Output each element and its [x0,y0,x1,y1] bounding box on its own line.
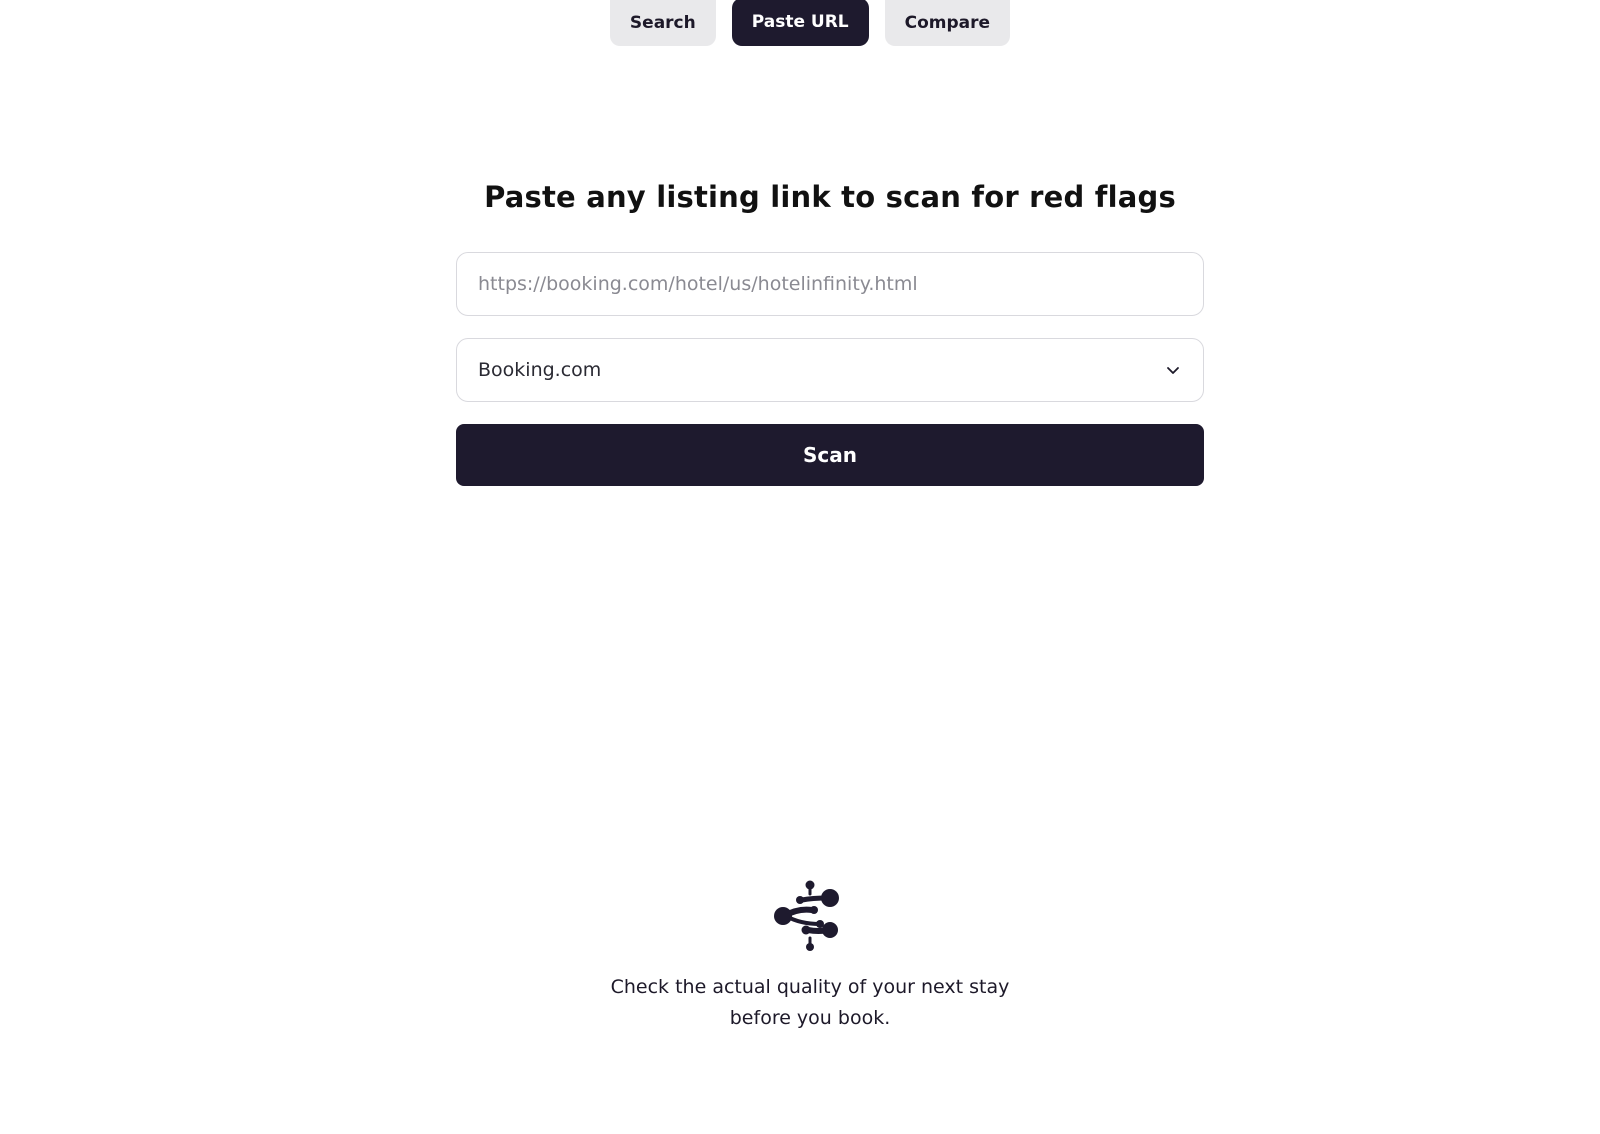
scan-button[interactable]: Scan [456,424,1204,486]
chevron-down-icon [1164,361,1182,379]
tab-search[interactable]: Search [609,0,716,46]
footer: Check the actual quality of your next st… [0,880,1600,1053]
page-title: Paste any listing link to scan for red f… [484,180,1176,214]
tagline: Check the actual quality of your next st… [600,972,1020,1034]
mode-tabs: Search Paste URL Compare [0,0,1600,46]
tagline-line-2: before you book. [729,1007,891,1029]
molecule-logo-icon [774,880,839,951]
page: Search Paste URL Compare Paste any listi… [0,0,1600,1134]
tab-paste-url[interactable]: Paste URL [731,0,869,46]
platform-select[interactable]: Booking.com [456,338,1204,402]
tagline-line-1: Check the actual quality of your next st… [610,976,1010,998]
listing-url-input[interactable] [456,252,1204,316]
tab-compare[interactable]: Compare [884,0,1011,46]
platform-select-value: Booking.com [478,359,602,381]
